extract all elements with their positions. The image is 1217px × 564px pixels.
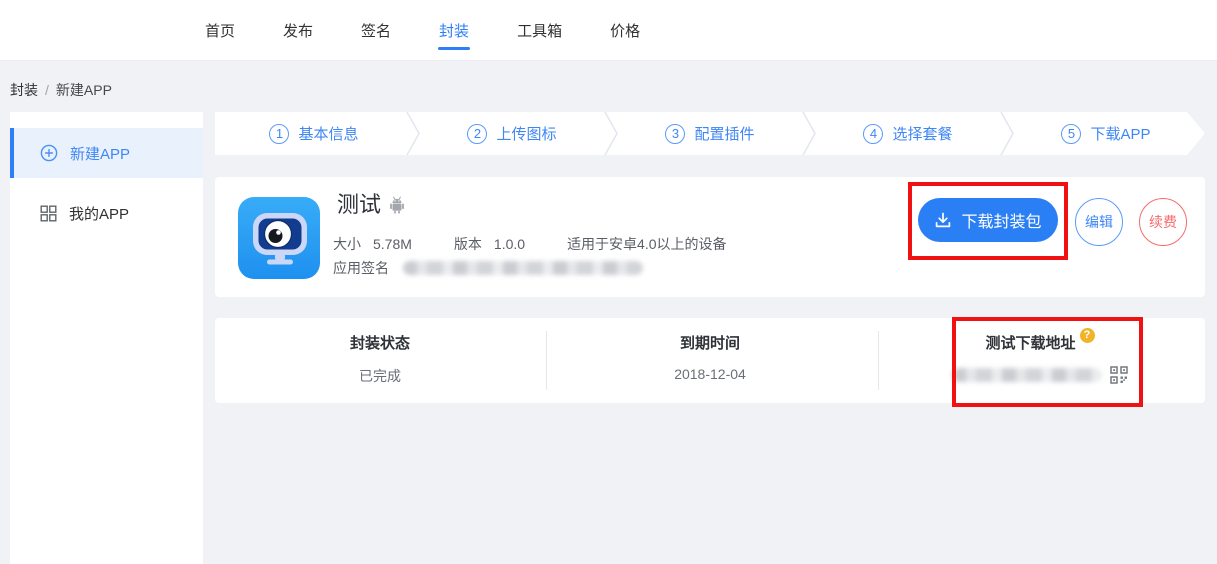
step-number: 2 [467, 124, 487, 144]
signature-redacted-blur [403, 261, 643, 275]
sidebar-item-my-app[interactable]: 我的APP [10, 188, 203, 238]
compat-text: 适用于安卓4.0以上的设备 [567, 236, 726, 252]
download-button-label: 下载封装包 [961, 208, 1041, 232]
step-configure-plugins: 3 配置插件 [611, 112, 809, 155]
nav-item-toolbox[interactable]: 工具箱 [517, 0, 562, 60]
app-title: 测试 [337, 187, 381, 219]
signature-row: 应用签名 [333, 258, 643, 278]
download-icon [934, 211, 952, 229]
top-header: 首页 发布 签名 封装 工具箱 价格 [0, 0, 1217, 61]
download-url-redacted-blur[interactable] [952, 368, 1102, 382]
step-number: 4 [863, 124, 883, 144]
version-value: 1.0.0 [494, 236, 525, 252]
chevron-right-icon [406, 112, 420, 155]
signature-label: 应用签名 [333, 258, 389, 278]
main-nav: 首页 发布 签名 封装 工具箱 价格 [0, 0, 1217, 60]
size-label: 大小 [333, 236, 361, 252]
android-icon [389, 196, 405, 214]
breadcrumb-root[interactable]: 封装 [10, 82, 38, 98]
step-number: 3 [665, 124, 685, 144]
step-label: 配置插件 [694, 123, 754, 144]
steps-bar: 1 基本信息 2 上传图标 3 配置插件 4 选择套餐 5 下载APP [215, 112, 1205, 155]
edit-button[interactable]: 编辑 [1075, 198, 1123, 246]
status-panel: 封装状态 已完成 到期时间 2018-12-04 测试下载地址 ? [215, 318, 1205, 403]
plus-circle-icon [40, 144, 58, 162]
chevron-right-icon [802, 112, 816, 155]
nav-item-sign[interactable]: 签名 [361, 0, 391, 60]
nav-item-home[interactable]: 首页 [205, 0, 235, 60]
size-value: 5.78M [373, 236, 412, 252]
step-choose-plan: 4 选择套餐 [809, 112, 1007, 155]
column-divider [546, 331, 547, 390]
app-icon [238, 197, 320, 279]
sidebar: 新建APP 我的APP [10, 112, 203, 564]
step-label: 上传图标 [496, 123, 556, 144]
nav-item-package[interactable]: 封装 [439, 0, 469, 60]
status-value: 2018-12-04 [545, 366, 875, 382]
status-col-expiry: 到期时间 2018-12-04 [545, 318, 875, 403]
version-label: 版本 [454, 236, 482, 252]
step-upload-icon: 2 上传图标 [413, 112, 611, 155]
sidebar-item-label: 新建APP [70, 143, 130, 164]
app-meta: 大小 5.78M 版本 1.0.0 适用于安卓4.0以上的设备 [333, 234, 727, 254]
grid-icon [40, 205, 57, 222]
breadcrumb-current: 新建APP [56, 82, 112, 98]
status-col-test-url: 测试下载地址 ? [875, 318, 1205, 403]
step-label: 选择套餐 [892, 123, 952, 144]
app-card: 测试 大小 5.78M 版本 1.0.0 适用于安卓4.0以上的设备 应用签名 [215, 177, 1205, 297]
download-package-button[interactable]: 下载封装包 [918, 198, 1058, 242]
breadcrumb: 封装 / 新建APP [10, 80, 112, 100]
step-label: 下载APP [1090, 123, 1150, 144]
renew-button[interactable]: 续费 [1139, 198, 1187, 246]
chevron-right-icon [604, 112, 618, 155]
step-label: 基本信息 [298, 123, 358, 144]
step-download-app: 5 下载APP [1007, 112, 1205, 155]
status-col-package-state: 封装状态 已完成 [215, 318, 545, 403]
step-basic-info: 1 基本信息 [215, 112, 413, 155]
sidebar-item-new-app[interactable]: 新建APP [10, 128, 203, 178]
status-label: 到期时间 [545, 332, 875, 353]
step-number: 5 [1061, 124, 1081, 144]
status-label: 测试下载地址 [985, 332, 1075, 353]
status-label: 封装状态 [215, 332, 545, 353]
nav-item-publish[interactable]: 发布 [283, 0, 313, 60]
chevron-right-icon [1000, 112, 1014, 155]
sidebar-item-label: 我的APP [69, 203, 129, 224]
breadcrumb-separator: / [45, 82, 49, 98]
qr-code-icon[interactable] [1110, 366, 1128, 384]
step-number: 1 [269, 124, 289, 144]
column-divider [878, 331, 879, 390]
help-icon[interactable]: ? [1080, 328, 1095, 343]
status-value: 已完成 [215, 366, 545, 386]
nav-item-price[interactable]: 价格 [610, 0, 640, 60]
